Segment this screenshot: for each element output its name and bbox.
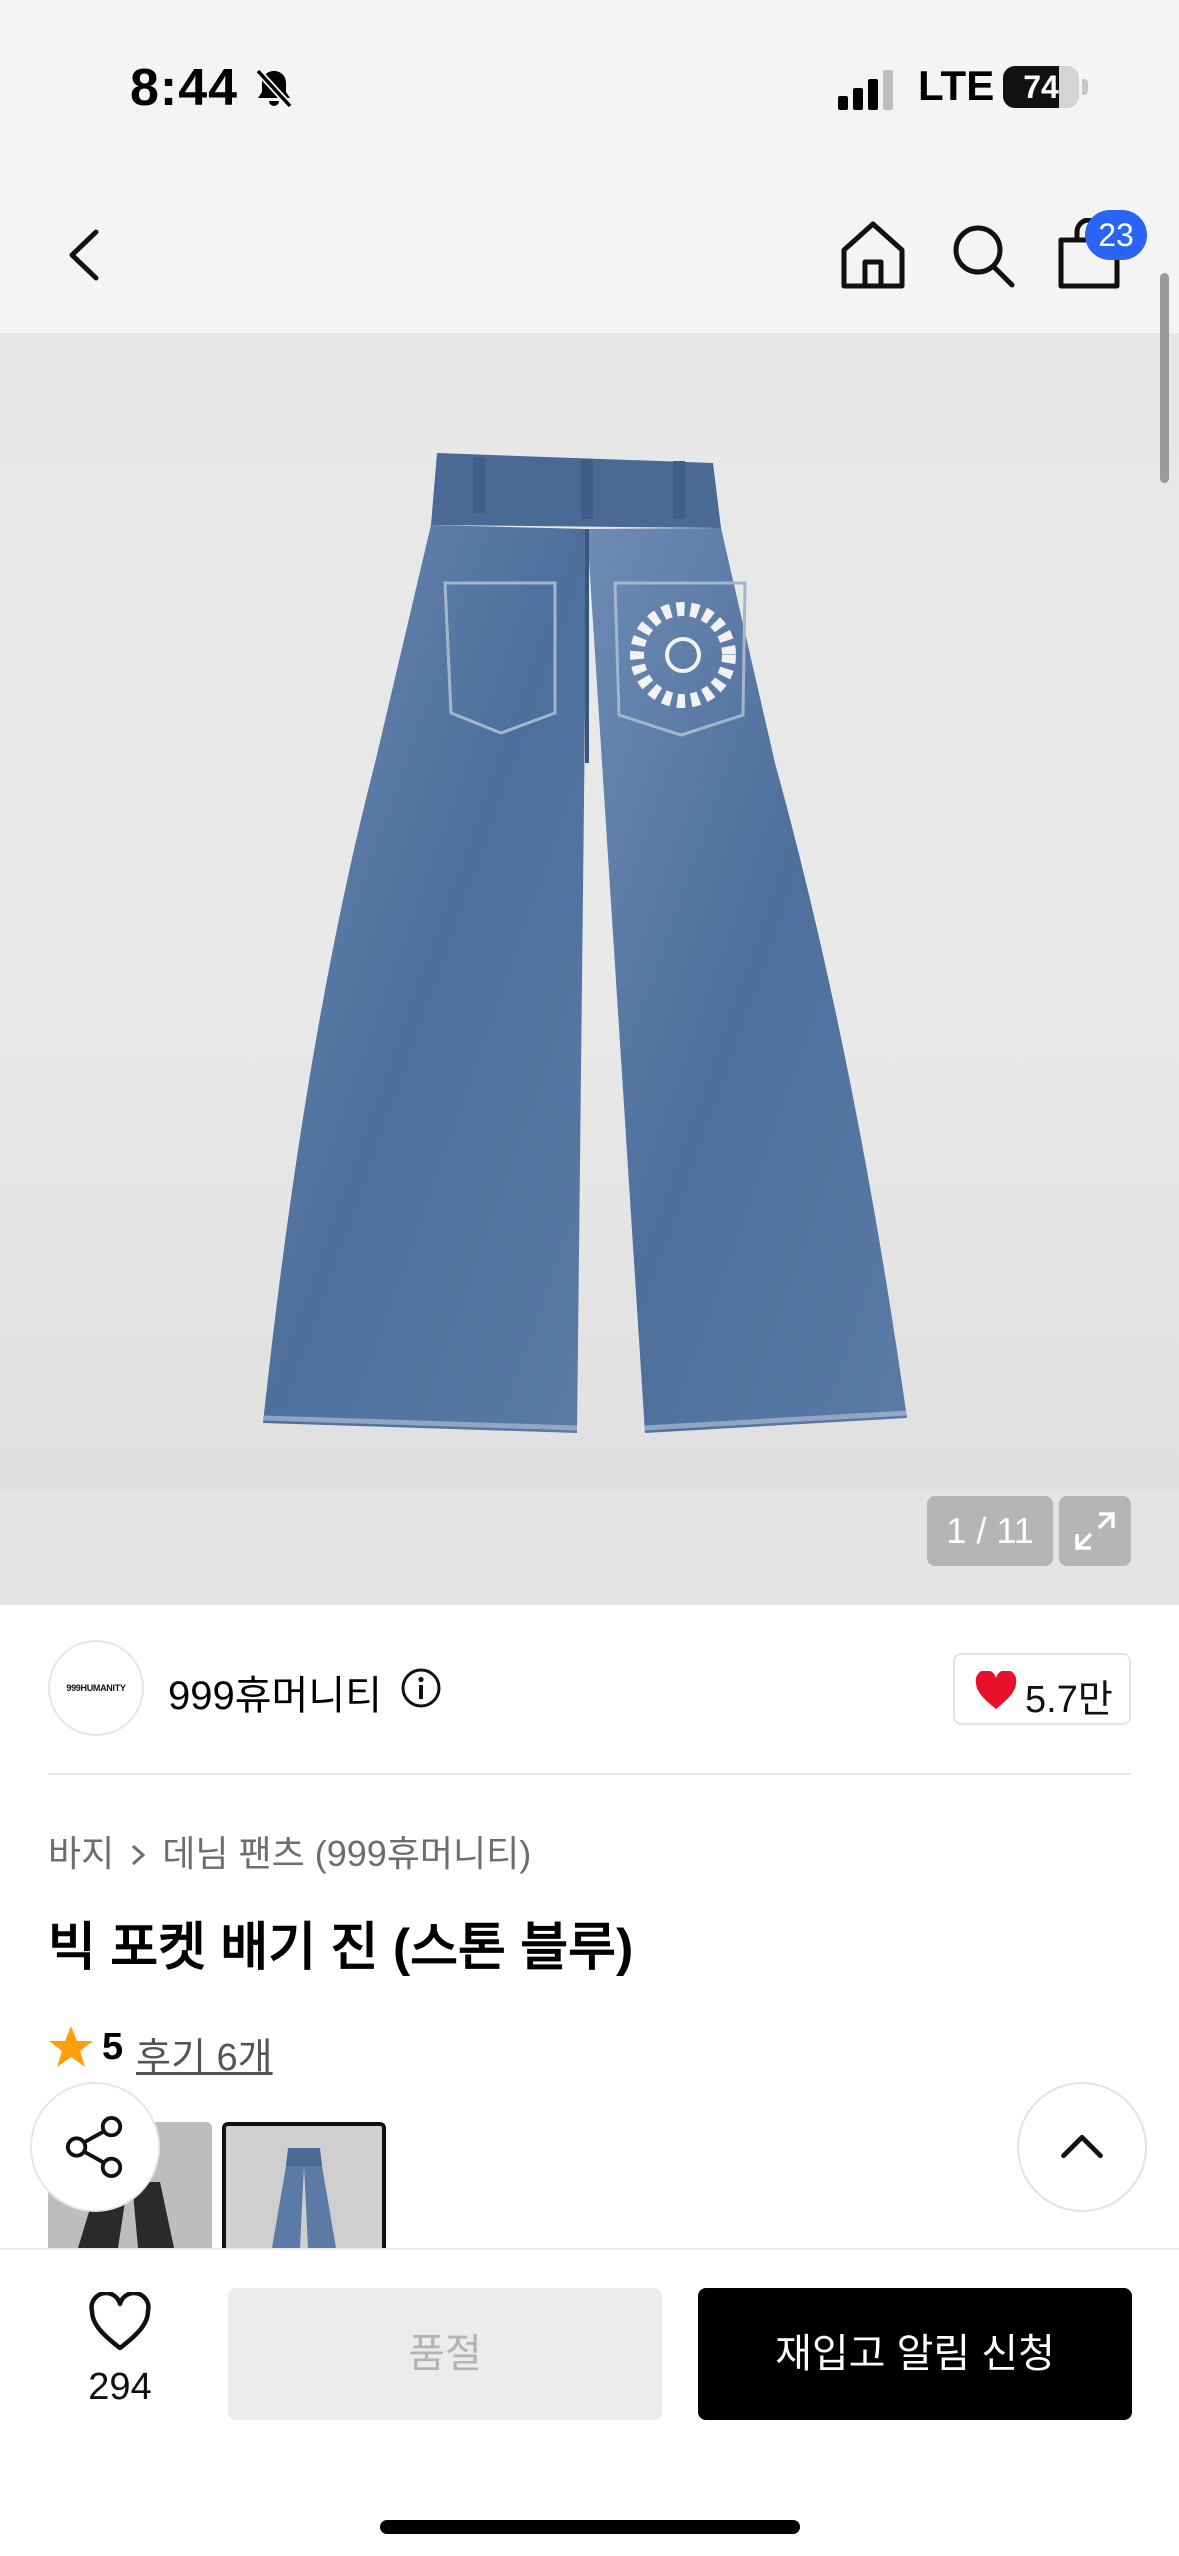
share-icon[interactable] bbox=[30, 2082, 160, 2212]
cart-count-badge[interactable]: 23 bbox=[1085, 210, 1147, 260]
product-detail-screen: 8:44 LTE 74 23 1 / 11 999HUMANITY 999휴머니… bbox=[0, 0, 1179, 2556]
restock-alert-button[interactable]: 재입고 알림 신청 bbox=[698, 2288, 1132, 2420]
home-icon[interactable] bbox=[838, 218, 908, 292]
breadcrumb: 바지 데님 팬츠 (999휴머니티) bbox=[48, 1825, 531, 1877]
wishlist-button[interactable]: 294 bbox=[60, 2292, 180, 2422]
status-bar: 8:44 LTE 74 bbox=[0, 0, 1179, 180]
rating-value: 5 bbox=[102, 2026, 124, 2068]
color-thumbnail-stone-blue[interactable] bbox=[222, 2122, 386, 2248]
product-image-gallery[interactable]: 1 / 11 bbox=[0, 333, 1179, 1605]
battery-icon: 74 bbox=[1003, 66, 1088, 108]
back-chevron-icon[interactable] bbox=[58, 220, 118, 290]
status-time: 8:44 bbox=[130, 59, 239, 117]
star-icon bbox=[49, 2026, 93, 2067]
scroll-to-top-chevron-up-icon[interactable] bbox=[1017, 2082, 1147, 2212]
home-indicator[interactable] bbox=[380, 2520, 800, 2534]
wishlist-heart-icon bbox=[89, 2292, 151, 2351]
bell-off-icon bbox=[255, 68, 293, 109]
page-scrollbar[interactable] bbox=[1160, 273, 1169, 483]
info-icon[interactable] bbox=[400, 1667, 442, 1709]
image-counter: 1 / 11 bbox=[927, 1496, 1053, 1566]
brand-like-button[interactable]: 5.7만 bbox=[953, 1653, 1131, 1725]
brand-name[interactable]: 999휴머니티 bbox=[168, 1663, 382, 1721]
product-title: 빅 포켓 배기 진 (스톤 블루) bbox=[48, 1919, 634, 1977]
brand-row: 999HUMANITY 999휴머니티 5.7만 bbox=[0, 1605, 1179, 1775]
product-image[interactable] bbox=[255, 433, 925, 1433]
soldout-button: 품절 bbox=[228, 2288, 662, 2420]
signal-icon bbox=[838, 70, 893, 110]
heart-icon bbox=[975, 1671, 1017, 1709]
search-icon[interactable] bbox=[948, 218, 1018, 292]
brand-like-count: 5.7만 bbox=[1025, 1679, 1113, 1721]
bottom-action-bar: 294 품절 재입고 알림 신청 bbox=[0, 2248, 1179, 2556]
battery-level: 74 bbox=[1023, 69, 1059, 105]
breadcrumb-item-subcategory[interactable]: 데님 팬츠 (999휴머니티) bbox=[162, 1833, 531, 1874]
breadcrumb-item-category[interactable]: 바지 bbox=[48, 1833, 114, 1874]
top-nav: 23 bbox=[0, 180, 1179, 333]
divider bbox=[48, 1773, 1131, 1775]
expand-icon[interactable] bbox=[1059, 1496, 1131, 1566]
chevron-right-icon bbox=[132, 1844, 146, 1866]
network-label: LTE bbox=[918, 62, 995, 109]
review-link[interactable]: 후기 6개 bbox=[136, 2026, 273, 2081]
wishlist-count: 294 bbox=[88, 2366, 152, 2408]
brand-logo[interactable]: 999HUMANITY bbox=[48, 1640, 144, 1736]
